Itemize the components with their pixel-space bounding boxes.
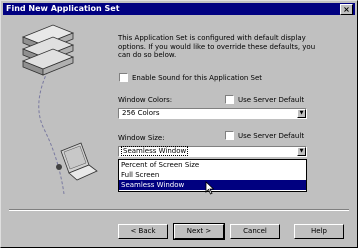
checkbox-box[interactable] xyxy=(225,95,234,104)
checkbox-box[interactable] xyxy=(225,131,234,140)
window-size-dropdown[interactable]: Seamless Window ▼ xyxy=(118,146,307,157)
window-size-label: Window Size: xyxy=(118,134,165,142)
wizard-illustration xyxy=(9,19,105,194)
close-button[interactable]: × xyxy=(340,4,353,15)
dialog-window: Find New Application Set × This Applicat… xyxy=(0,0,358,248)
title-bar[interactable]: Find New Application Set × xyxy=(3,3,355,15)
cancel-button[interactable]: Cancel xyxy=(230,224,280,239)
checkbox-box[interactable] xyxy=(119,73,128,82)
window-size-value: Seamless Window xyxy=(120,146,189,156)
window-colors-dropdown[interactable]: 256 Colors ▼ xyxy=(118,108,307,119)
intro-text: This Application Set is configured with … xyxy=(118,34,316,59)
enable-sound-label: Enable Sound for this Application Set xyxy=(132,73,263,82)
list-item[interactable]: Percent of Screen Size xyxy=(119,160,306,170)
close-icon: × xyxy=(343,5,350,14)
help-button[interactable]: Help xyxy=(294,224,344,239)
size-use-server-default-checkbox[interactable]: Use Server Default xyxy=(225,131,304,140)
back-button[interactable]: < Back xyxy=(118,224,168,239)
colors-use-server-default-label: Use Server Default xyxy=(238,95,305,104)
mouse-cursor-icon xyxy=(205,181,215,195)
colors-use-server-default-checkbox[interactable]: Use Server Default xyxy=(225,95,304,104)
dropdown-arrow-icon[interactable]: ▼ xyxy=(297,109,306,118)
enable-sound-checkbox[interactable]: Enable Sound for this Application Set xyxy=(119,73,262,82)
window-colors-label: Window Colors: xyxy=(118,96,173,104)
dropdown-arrow-icon[interactable]: ▼ xyxy=(297,147,306,156)
window-colors-value: 256 Colors xyxy=(122,109,160,117)
next-button[interactable]: Next > xyxy=(173,223,225,240)
button-separator xyxy=(9,209,349,211)
list-item[interactable]: Full Screen xyxy=(119,170,306,180)
window-title: Find New Application Set xyxy=(6,4,120,13)
size-use-server-default-label: Use Server Default xyxy=(238,131,305,140)
